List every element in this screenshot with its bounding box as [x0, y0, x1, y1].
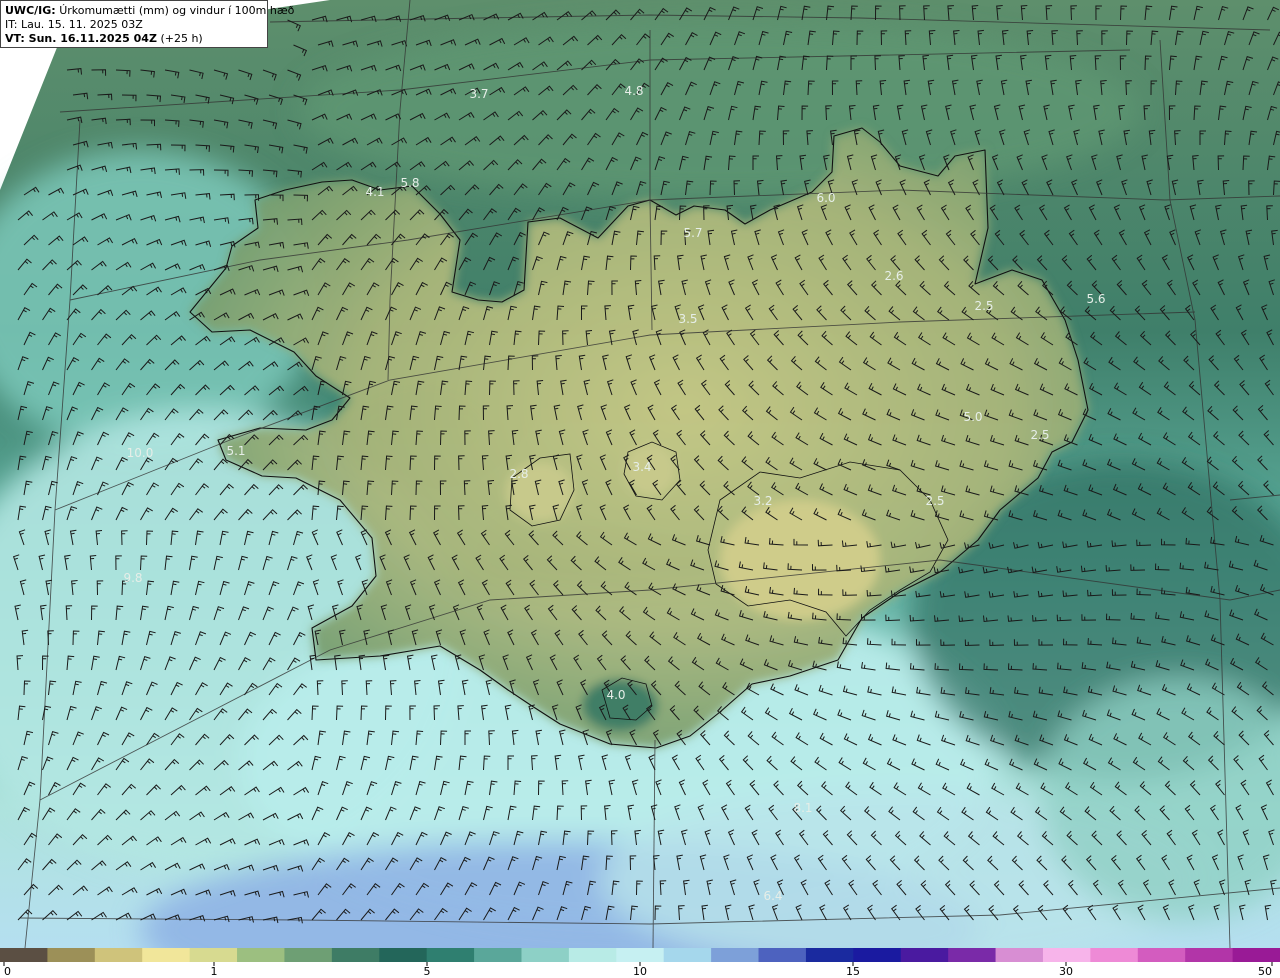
- precipitation-value-label: 5.0: [963, 410, 982, 424]
- colorbar-swatch: [1232, 948, 1280, 962]
- colorbar-swatch: [474, 948, 523, 962]
- colorbar-swatch: [663, 948, 712, 962]
- colorbar-swatch: [853, 948, 902, 962]
- colorbar-swatch: [94, 948, 143, 962]
- precipitation-value-label: 2.5: [974, 299, 993, 313]
- model-code: UWC/IG:: [5, 4, 56, 17]
- precipitation-value-label: 2.8: [509, 467, 528, 481]
- colorbar-tick-label: 0: [4, 965, 11, 978]
- colorbar-swatch: [1090, 948, 1139, 962]
- colorbar-swatch: [189, 948, 238, 962]
- colorbar-swatch: [1137, 948, 1186, 962]
- colorbar-swatch: [711, 948, 760, 962]
- colorbar-swatch: [47, 948, 96, 962]
- colorbar-swatch: [521, 948, 570, 962]
- colorbar-swatch: [948, 948, 997, 962]
- colorbar-swatch: [995, 948, 1044, 962]
- precipitation-value-label: 2.5: [925, 494, 944, 508]
- precipitation-value-label: 3.2: [753, 494, 772, 508]
- colorbar-tick-label: 5: [424, 965, 431, 978]
- precipitation-value-label: 10.0: [127, 446, 154, 460]
- precipitation-value-label: 6.4: [763, 889, 782, 903]
- precipitation-value-label: 2.6: [884, 269, 903, 283]
- colorbar-tick-label: 15: [846, 965, 860, 978]
- colorbar-swatch: [1042, 948, 1091, 962]
- colorbar-tick-label: 10: [633, 965, 647, 978]
- colorbar-swatch: [426, 948, 475, 962]
- precipitation-value-label: 3.4: [632, 460, 651, 474]
- forecast-map: 3.7 4.8 5.8 4.1 6.0 5.7 2.6 2.5 5.6 3.5 5.0 2.5 10.0…: [0, 0, 1280, 948]
- precipitation-value-label: 2.5: [1030, 428, 1049, 442]
- colorbar-tick-label: 1: [211, 965, 218, 978]
- precipitation-value-label: 5.7: [683, 226, 702, 240]
- field-title: Úrkomumætti (mm) og vindur í 100m hæð: [59, 4, 295, 17]
- precipitation-value-label: 5.6: [1086, 292, 1105, 306]
- colorbar-swatch: [900, 948, 949, 962]
- precipitation-value-label: 6.0: [816, 191, 835, 205]
- precipitation-value-label: 4.8: [624, 84, 643, 98]
- colorbar-swatch: [568, 948, 617, 962]
- init-time: IT: Lau. 15. 11. 2025 03Z: [5, 18, 143, 31]
- precipitation-value-label: 8.1: [793, 801, 812, 815]
- precipitation-value-label: 4.1: [365, 185, 384, 199]
- precipitation-colorbar: 0 1 5 10 15 30 50: [0, 948, 1280, 978]
- colorbar-swatch: [284, 948, 333, 962]
- map-title-box: UWC/IG: Úrkomumætti (mm) og vindur í 100…: [0, 0, 294, 48]
- colorbar-tick-label: 50: [1258, 965, 1272, 978]
- colorbar-swatch: [0, 948, 49, 962]
- precipitation-value-label: 4.0: [606, 688, 625, 702]
- colorbar-swatch: [1185, 948, 1234, 962]
- colorbar-swatch: [237, 948, 286, 962]
- colorbar-swatch: [805, 948, 854, 962]
- precipitation-value-label: 3.5: [678, 312, 697, 326]
- precipitation-value-label: 5.1: [226, 444, 245, 458]
- colorbar-swatch: [758, 948, 807, 962]
- precipitation-value-label: 5.8: [400, 176, 419, 190]
- colorbar-swatch: [616, 948, 665, 962]
- valid-time: VT: Sun. 16.11.2025 04Z: [5, 32, 157, 45]
- precipitation-value-label: 3.7: [469, 87, 488, 101]
- lead-time: (+25 h): [160, 32, 203, 45]
- colorbar-swatch: [331, 948, 380, 962]
- colorbar-tick-label: 30: [1059, 965, 1073, 978]
- colorbar-swatch: [142, 948, 191, 962]
- precipitation-value-label: 9.8: [123, 571, 142, 585]
- colorbar-swatch: [379, 948, 428, 962]
